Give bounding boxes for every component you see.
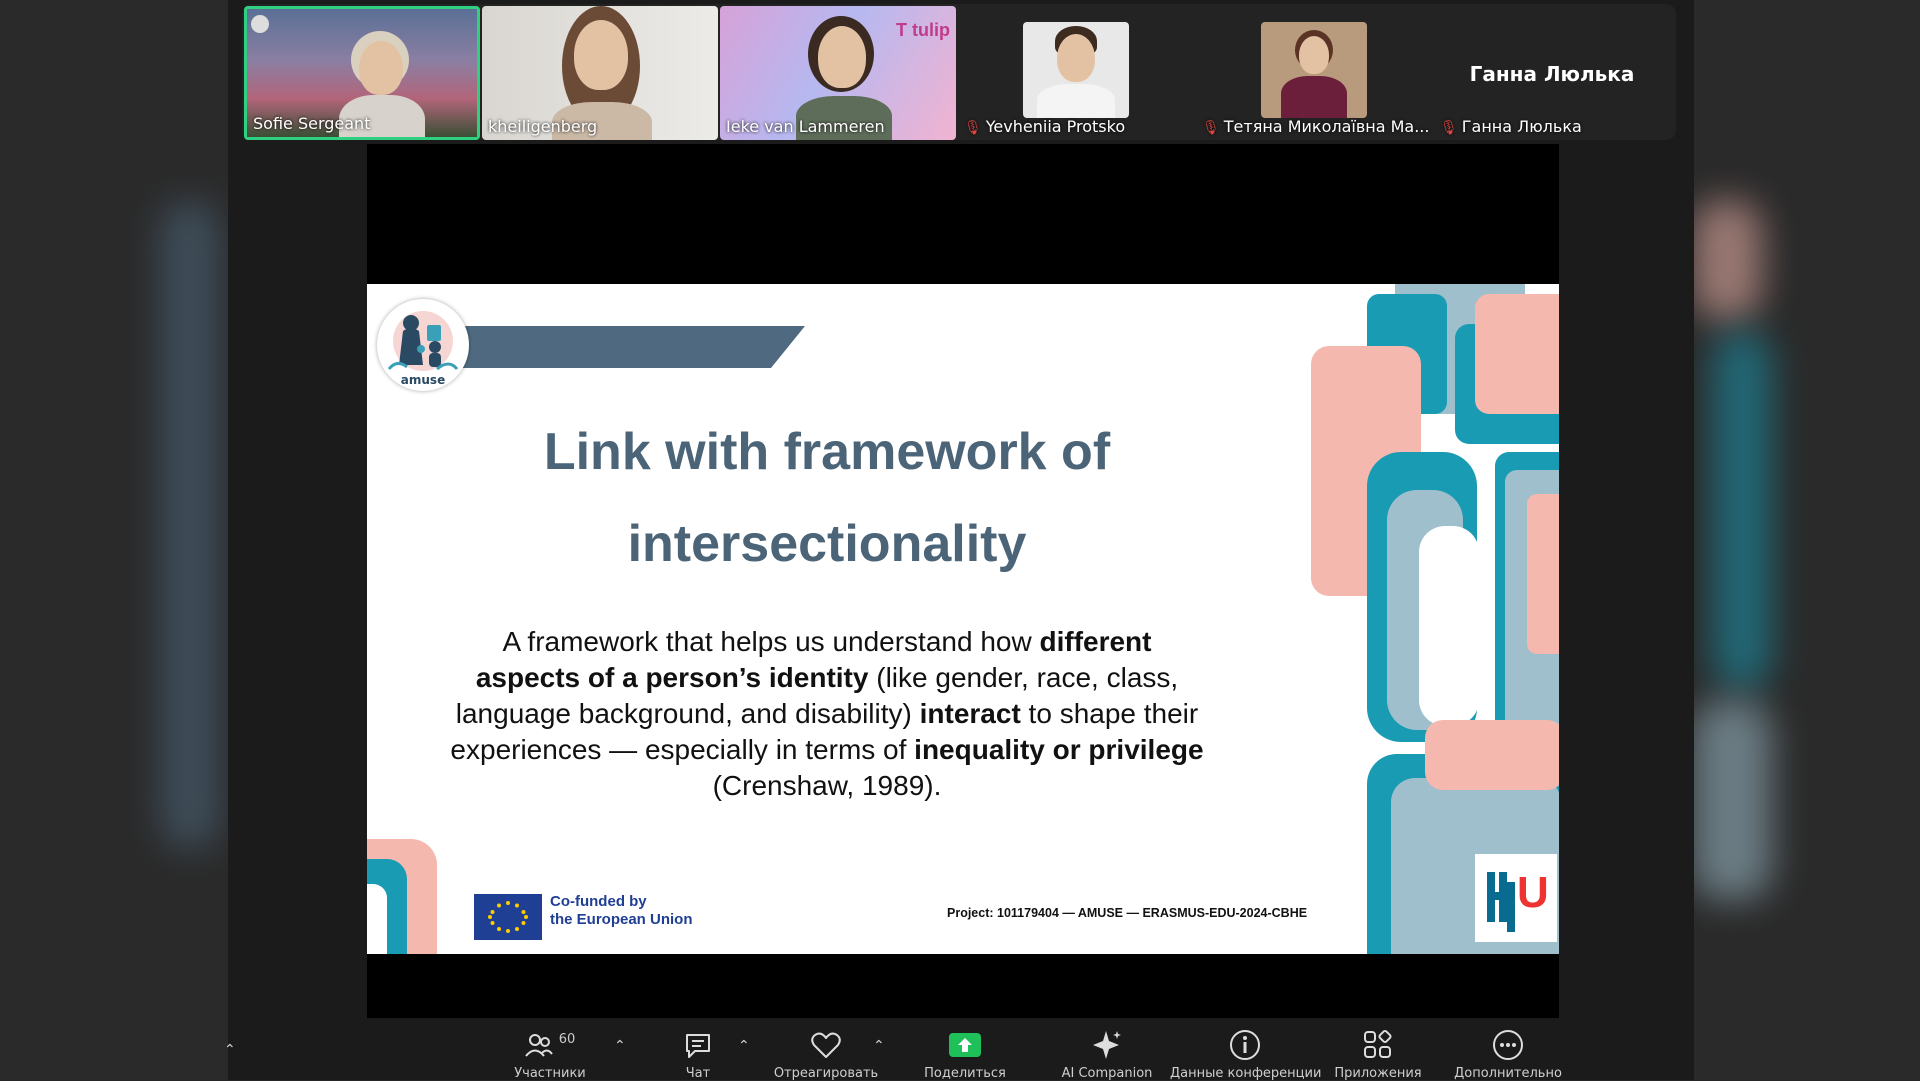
slide-decoration [367,284,1559,954]
chat-menu-caret-icon[interactable]: ⌃ [738,1038,750,1054]
participant-face [818,26,866,88]
sparkle-icon [1093,1031,1121,1059]
participant-tile-3[interactable]: T tulip Ieke van Lammeren [720,6,956,140]
badge-icon [251,15,269,33]
participant-name: Ганна Люлька [1461,117,1582,136]
participant-name: Тетяна Миколаївна Ма... [1223,117,1430,136]
eu-flag-icon [474,894,542,940]
avatar [1023,22,1129,118]
ai-companion-label: AI Companion [1061,1066,1153,1081]
slide-title-line1: Link with framework of [543,423,1111,481]
project-id: Project: 101179404 — AMUSE — ERASMUS-EDU… [947,906,1308,920]
participant-name: kheiligenberg [488,117,598,136]
react-label: Отреагировать [773,1066,879,1081]
eu-cofunded-text: Co-funded by the European Union [550,893,693,929]
participants-icon [524,1034,553,1057]
zoom-window: Sofie Sergeant kheiligenberg T tulip Iek… [224,0,1694,1081]
meeting-toolbar: ⌃ 60 Участники ⌃ Чат ⌃ Отреагировать ⌃ П… [224,1020,1694,1081]
apps-label: Приложения [1334,1066,1422,1081]
logo-text: amuse [400,373,446,387]
eu-line2: the European Union [550,911,693,928]
participants-count: 60 [558,1031,576,1047]
avatar [1261,22,1367,118]
chat-icon [686,1034,710,1058]
heart-icon [811,1032,841,1058]
participants-label: Участники [514,1066,586,1081]
info-icon [1230,1030,1260,1060]
meeting-info-button[interactable]: Данные конференции [1170,1030,1322,1081]
hu-logo: U [1475,854,1557,942]
tile-overlay-text: T tulip [896,20,950,40]
slide-title-line2: intersectionality [627,515,1027,573]
mic-muted-icon: 🎙 [1202,120,1220,136]
apps-button[interactable]: Приложения [1303,1029,1453,1081]
participant-tile-5[interactable]: 🎙 Тетяна Миколаївна Ма... [1196,6,1432,140]
slide-body-bold-run: inequality or privilege [914,734,1204,765]
share-screen-button[interactable]: Поделиться [890,1030,1040,1081]
title-banner [427,326,805,368]
participant-strip: Sofie Sergeant kheiligenberg T tulip Iek… [242,4,1676,140]
background-right [1692,0,1920,1080]
hu-logo-letter: U [1517,868,1549,917]
mic-muted-icon: 🎙 [1440,120,1458,136]
participant-face [574,20,628,90]
participant-display-name: Ганна Люлька [1469,62,1635,86]
participant-face [359,41,403,95]
participant-tile-6[interactable]: Ганна Люлька 🎙 Ганна Люлька [1434,6,1670,140]
more-button[interactable]: Дополнительно [1433,1030,1583,1081]
ai-companion-button[interactable]: AI Companion [1032,1030,1182,1081]
background-left [0,0,228,1080]
slide-body-text: A framework that helps us understand how… [447,624,1207,804]
shared-screen: amuse Link with framework of intersectio… [367,144,1559,1018]
more-icon [1493,1030,1523,1060]
participant-name: Ieke van Lammeren [726,117,885,136]
apps-icon [1364,1029,1392,1058]
slide-body-bold-run: interact [919,698,1021,729]
participants-button[interactable]: 60 Участники [475,1030,625,1081]
meeting-info-label: Данные конференции [1170,1066,1322,1081]
more-label: Дополнительно [1454,1066,1562,1081]
participant-tile-4[interactable]: 🎙 Yevheniia Protsko [958,6,1194,140]
eu-line1: Co-funded by [550,893,647,910]
collapse-caret-icon[interactable]: ⌃ [224,1042,236,1058]
presentation-slide: amuse Link with framework of intersectio… [367,284,1559,954]
participant-tile-1[interactable]: Sofie Sergeant [244,6,480,140]
react-menu-caret-icon[interactable]: ⌃ [873,1038,885,1054]
slide-body-run: (Crenshaw, 1989). [712,770,942,801]
share-screen-label: Поделиться [924,1066,1006,1081]
share-screen-icon [949,1033,981,1057]
participant-name: Yevheniia Protsko [985,117,1126,136]
participant-name: Sofie Sergeant [253,114,371,133]
mic-muted-icon: 🎙 [964,120,982,136]
amuse-logo: amuse [377,299,469,391]
participant-tile-2[interactable]: kheiligenberg [482,6,718,140]
slide-body-run: A framework that helps us understand how [502,626,1040,657]
